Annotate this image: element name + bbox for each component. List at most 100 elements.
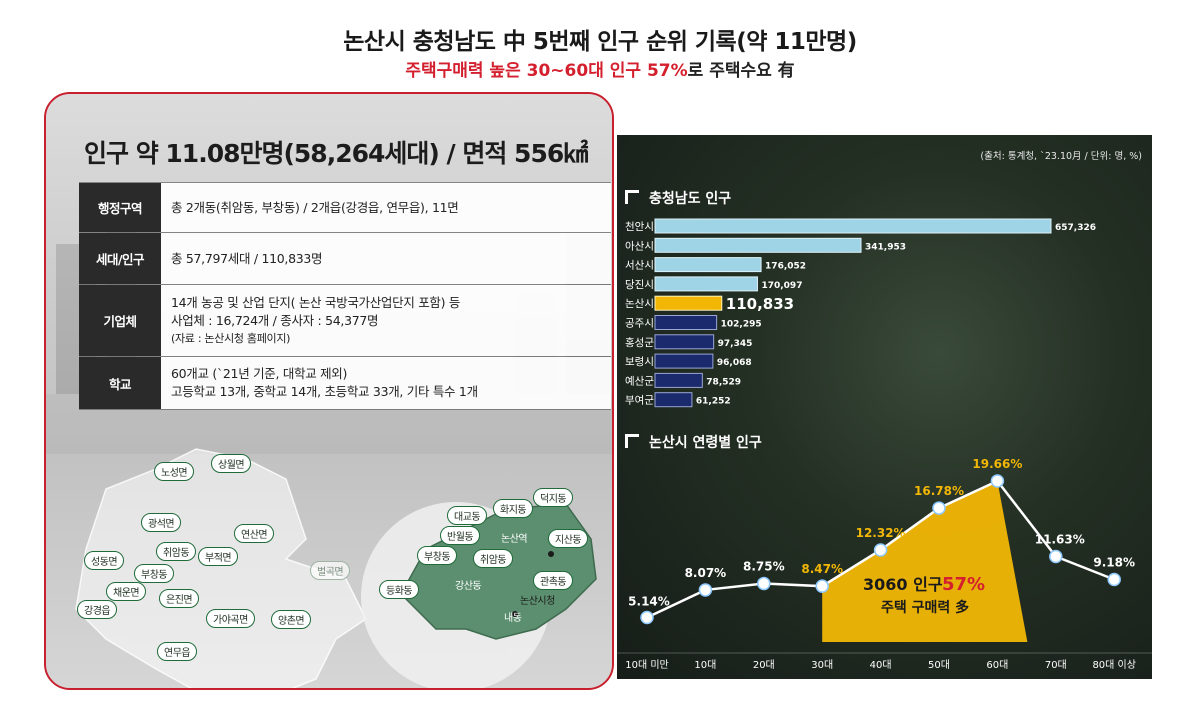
info-body: 60개교 (`21년 기준, 대학교 제외) 고등학교 13개, 중학교 14개… xyxy=(161,357,611,409)
x-tick-label: 30대 xyxy=(811,659,833,671)
callout-text-2: 주택 구매력 多 xyxy=(881,599,969,616)
data-point xyxy=(873,543,888,557)
map-label: 은진면 xyxy=(159,589,200,608)
info-line: 총 57,797세대 / 110,833명 xyxy=(171,250,323,266)
bar-value-label: 61,252 xyxy=(696,397,731,407)
info-line: 14개 농공 및 산업 단지( 논산 국방국가산업단지 포함) 등 xyxy=(171,294,461,310)
map-label: 벌곡면 xyxy=(310,561,351,580)
map-label: 광석면 xyxy=(141,513,182,532)
bar xyxy=(654,237,862,253)
map-label: 취암동 xyxy=(156,542,197,561)
panel-title: 인구 약 11.08만명(58,264세대) / 면적 556㎢ xyxy=(84,139,588,168)
bar xyxy=(654,334,715,350)
bar xyxy=(654,353,714,369)
info-line: 사업체 : 16,724개 / 종사자 : 54,377명 xyxy=(171,312,379,328)
bar xyxy=(654,372,703,388)
data-label: 5.14% xyxy=(628,594,670,608)
map-shapes xyxy=(75,448,597,688)
bar-category-label: 서산시 xyxy=(625,260,654,272)
inset-label: 강산동 xyxy=(455,581,482,592)
data-point xyxy=(815,579,829,593)
x-tick-label: 60대 xyxy=(986,659,1008,671)
data-label: 16.78% xyxy=(914,484,964,498)
bar-value-label: 341,953 xyxy=(865,242,906,252)
inset-label: 관촉동 xyxy=(533,571,574,590)
map-label: 양촌면 xyxy=(271,610,312,629)
bar-category-label: 당진시 xyxy=(625,279,654,291)
headline-subtitle: 주택구매력 높은 30~60대 인구 57%로 주택수요 有 xyxy=(0,56,1200,81)
data-point xyxy=(640,610,654,625)
bar-category-label: 부여군 xyxy=(625,395,654,407)
bar-value-label: 97,345 xyxy=(718,339,753,349)
info-line: 고등학교 13개, 중학교 14개, 초등학교 33개, 기타 특수 1개 xyxy=(171,384,478,399)
x-tick-label: 10대 xyxy=(694,659,716,671)
inset-label: 내동 xyxy=(504,613,522,624)
callout-pct: 57% xyxy=(942,574,985,595)
map-label: 강경읍 xyxy=(77,600,118,619)
map-label: 가야곡면 xyxy=(206,609,255,628)
data-label: 8.75% xyxy=(743,560,785,574)
info-body: 총 2개동(취암동, 부창동) / 2개읍(강경읍, 연무읍), 11면 xyxy=(161,183,611,232)
inset-label: 부창동 xyxy=(417,546,458,565)
charts-svg: 천안시 657,326 아산시 341,953 서산시 176,052 당진시 170,097… xyxy=(617,218,1152,671)
info-head: 학교 xyxy=(79,357,161,409)
map-label: 성동면 xyxy=(84,551,125,570)
info-row-school: 학교 60개교 (`21년 기준, 대학교 제외) 고등학교 13개, 중학교 … xyxy=(79,356,611,410)
bar-category-label: 논산시 xyxy=(625,298,654,310)
inset-label: 논산역 xyxy=(501,534,528,545)
info-line: 총 2개동(취암동, 부창동) / 2개읍(강경읍, 연무읍), 11면 xyxy=(171,199,459,215)
bar-category-label: 아산시 xyxy=(625,240,654,252)
inset-label: 화지동 xyxy=(493,499,534,518)
bar xyxy=(654,295,723,311)
info-body: 14개 농공 및 산업 단지( 논산 국방국가산업단지 포함) 등 사업체 : … xyxy=(161,285,611,356)
data-label: 19.66% xyxy=(972,457,1022,471)
x-tick-label: 10대 미만 xyxy=(625,659,669,671)
x-tick-label: 40대 xyxy=(870,659,892,671)
map-label: 부적면 xyxy=(198,547,239,566)
bar-value-label: 176,052 xyxy=(765,262,806,272)
info-line: 60개교 (`21년 기준, 대학교 제외) xyxy=(171,366,348,381)
bar-value-label: 170,097 xyxy=(761,281,802,291)
bar-category-label: 예산군 xyxy=(625,374,654,387)
bar xyxy=(654,218,1052,234)
bar-value-label: 78,529 xyxy=(706,377,741,387)
inset-label: 논산시청 xyxy=(520,596,555,607)
x-tick-label: 80대 이상 xyxy=(1092,659,1136,671)
inset-label: 취암동 xyxy=(473,549,514,568)
data-point xyxy=(1049,549,1063,564)
map-label: 연산면 xyxy=(234,524,275,543)
bar-value-label: 657,326 xyxy=(1055,223,1096,233)
data-label: 9.18% xyxy=(1093,556,1135,570)
nonsan-info-panel: 인구 약 11.08만명(58,264세대) / 면적 556㎢ 행정구역 총 … xyxy=(44,92,614,690)
subtitle-highlight: 주택구매력 높은 30~60대 인구 57% xyxy=(405,61,688,81)
data-point xyxy=(932,501,946,515)
info-line-source: (자료 : 논산시청 홈페이지) xyxy=(171,331,291,345)
map-label: 노성면 xyxy=(154,462,195,481)
map-label: 부창동 xyxy=(134,564,175,583)
data-label: 11.63% xyxy=(1035,532,1085,546)
info-head: 세대/인구 xyxy=(79,233,161,284)
x-tick-label: 20대 xyxy=(753,659,775,671)
bar-category-label: 홍성군 xyxy=(625,336,654,349)
bar-category-label: 공주시 xyxy=(625,318,654,330)
subtitle-rest: 로 주택수요 有 xyxy=(687,61,795,81)
info-row-admin: 행정구역 총 2개동(취암동, 부창동) / 2개읍(강경읍, 연무읍), 11… xyxy=(79,182,611,232)
info-table: 행정구역 총 2개동(취암동, 부창동) / 2개읍(강경읍, 연무읍), 11… xyxy=(79,182,611,410)
callout-text-1: 3060 인구 xyxy=(863,575,943,594)
data-point xyxy=(698,583,713,597)
data-point xyxy=(990,474,1005,488)
x-tick-label: 70대 xyxy=(1045,659,1067,671)
bar xyxy=(654,276,758,292)
inset-label: 등화동 xyxy=(379,580,420,599)
info-head: 기업체 xyxy=(79,285,161,356)
bar-value-label: 102,295 xyxy=(721,320,762,330)
inset-label: 대교동 xyxy=(447,506,488,525)
data-label: 8.47% xyxy=(801,562,843,576)
map-label: 상월면 xyxy=(211,454,252,473)
bar-category-label: 보령시 xyxy=(625,356,654,368)
inset-label: 반월동 xyxy=(440,526,481,545)
x-tick-label: 50대 xyxy=(928,659,950,671)
chart-panel: (출처: 통계청, `23.10月 / 단위: 명, %) 충청남도 인구 논산… xyxy=(617,135,1152,679)
bar xyxy=(654,315,718,330)
highlight-area xyxy=(822,480,1028,642)
